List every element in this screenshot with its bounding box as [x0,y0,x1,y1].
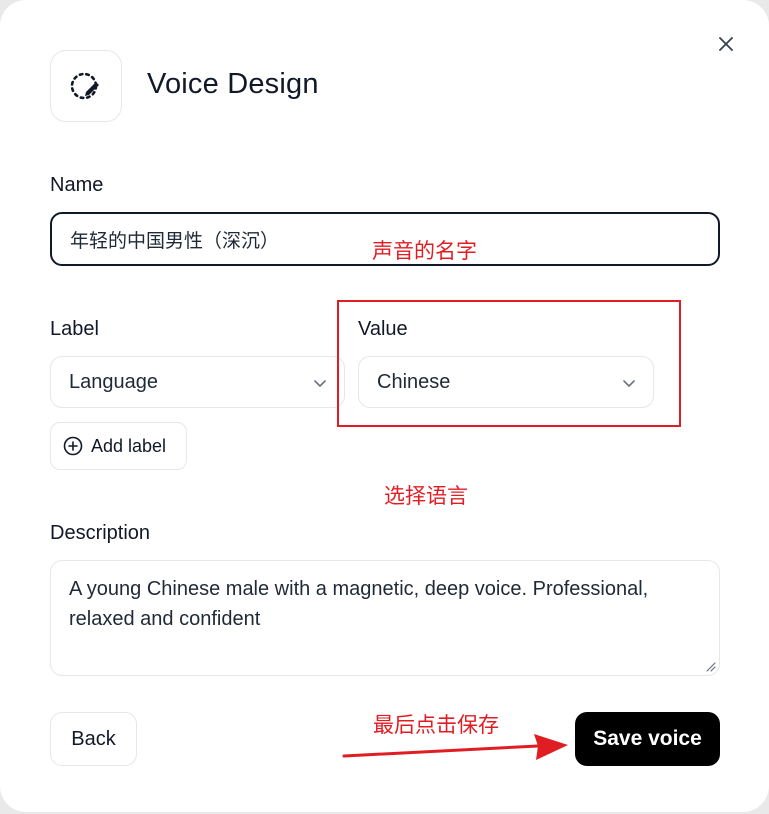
annotation-name-note: 声音的名字 [372,239,477,263]
description-text: A young Chinese male with a magnetic, de… [69,578,649,630]
description-textarea[interactable]: A young Chinese male with a magnetic, de… [50,560,720,676]
voice-design-icon-box [50,50,122,122]
name-label: Name [50,174,104,196]
annotation-language-note: 选择语言 [384,484,468,508]
back-button[interactable]: Back [50,712,137,766]
label-select[interactable]: Language [50,356,345,408]
annotation-highlight-box [337,300,681,427]
annotation-arrow-icon [342,734,568,760]
close-button[interactable] [714,32,738,56]
save-voice-button[interactable]: Save voice [575,712,720,766]
chevron-down-icon [314,380,326,387]
add-label-button[interactable]: Add label [50,422,187,470]
description-label: Description [50,522,151,544]
pencil-dashed-circle-icon [70,72,99,100]
plus-circle-icon [63,436,83,456]
add-label-text: Add label [91,435,167,456]
voice-design-dialog: Voice Design Name Label Language Value C… [0,0,769,812]
label-select-value: Language [69,370,158,393]
dialog-title: Voice Design [147,68,319,100]
label-field-label: Label [50,318,99,340]
close-icon [719,37,733,51]
resize-handle-icon[interactable] [704,660,716,672]
